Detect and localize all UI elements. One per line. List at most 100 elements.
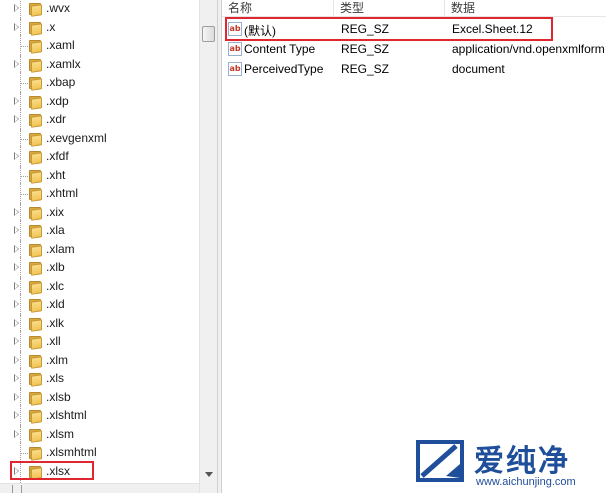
expand-arrow-icon[interactable] <box>14 355 19 364</box>
tree-item[interactable]: .xht <box>0 164 199 187</box>
expand-arrow-icon[interactable] <box>14 429 19 438</box>
expand-arrow-icon[interactable] <box>14 411 19 419</box>
tree-item[interactable]: .xls <box>0 368 199 390</box>
folder-icon <box>28 224 42 239</box>
tree-item[interactable]: .xld <box>0 294 199 316</box>
tree-item[interactable]: .wvx <box>0 0 199 20</box>
folder-icon <box>28 21 42 36</box>
tree-item-label: .xlsx <box>46 463 70 478</box>
tree-item[interactable]: .xlm <box>0 349 199 372</box>
tree-item[interactable]: .xbap <box>0 72 199 94</box>
tree-item[interactable]: .xlb <box>0 257 199 279</box>
tree-item[interactable]: .xlsb <box>0 386 199 409</box>
tree-item-label: .xla <box>46 223 65 237</box>
tree-item[interactable]: .xlsx <box>0 460 199 483</box>
tree-item-label: .xlc <box>46 278 64 293</box>
expand-arrow-icon[interactable] <box>14 96 19 105</box>
folder-icon <box>28 150 42 165</box>
tree-item-label: .xls <box>46 371 64 385</box>
expand-arrow-icon[interactable] <box>14 281 19 290</box>
tree-item-label: .xbap <box>46 75 76 89</box>
tree-item-label: .xht <box>46 167 66 182</box>
tree-item[interactable]: .xamlx <box>0 53 199 76</box>
tree-item-label: .xlshtml <box>46 408 87 422</box>
tree-item-label: .xamlx <box>46 56 81 71</box>
value-name: Content Type <box>244 42 316 56</box>
expand-arrow-icon[interactable] <box>14 300 19 308</box>
tree-item-label: .xlb <box>46 260 65 274</box>
folder-icon <box>28 243 42 258</box>
tree-horizontal-scrollbar[interactable] <box>0 483 199 493</box>
expand-arrow-icon[interactable] <box>14 207 19 216</box>
hscrollbar-grip[interactable] <box>12 485 22 493</box>
expand-arrow-icon[interactable] <box>14 22 19 31</box>
column-data-header[interactable]: 数据 <box>445 0 606 17</box>
expand-arrow-icon[interactable] <box>14 337 19 345</box>
tree-item-label: .xhtml <box>46 186 79 200</box>
tree-item[interactable]: .xll <box>0 331 199 353</box>
tree-item[interactable]: .xfdf <box>0 146 199 168</box>
expand-arrow-icon[interactable] <box>14 318 19 327</box>
registry-key-tree: .wvx .x .xaml .xamlx .xbap .xdp .xdr .xevgenxml… <box>0 0 217 493</box>
tree-item-label: .xaml <box>46 38 75 52</box>
expand-arrow-icon[interactable] <box>14 59 19 68</box>
tree-item-label: .x <box>46 19 56 34</box>
registry-values-list: 名称 类型 数据 ab (默认) REG_SZ Excel.Sheet.12 ab Con… <box>222 0 606 493</box>
folder-icon <box>28 280 42 295</box>
folder-icon <box>28 113 42 128</box>
expand-arrow-icon[interactable] <box>14 374 19 382</box>
folder-icon <box>28 391 42 406</box>
scrollbar-thumb[interactable] <box>202 26 215 42</box>
value-type: REG_SZ <box>341 22 390 36</box>
tree-item[interactable]: .xlam <box>0 238 199 261</box>
tree-item[interactable]: .xhtml <box>0 183 199 205</box>
tree-item[interactable]: .xix <box>0 201 199 224</box>
folder-icon <box>28 76 42 91</box>
expand-arrow-icon[interactable] <box>14 244 19 253</box>
expand-arrow-icon[interactable] <box>14 115 19 123</box>
tree-item[interactable]: .xdp <box>0 90 199 113</box>
tree-item[interactable]: .xlshtml <box>0 405 199 427</box>
tree-item[interactable]: .xlsm <box>0 423 199 446</box>
expand-arrow-icon[interactable] <box>14 152 19 160</box>
expand-arrow-icon[interactable] <box>14 4 19 12</box>
tree-item[interactable]: .xdr <box>0 109 199 131</box>
tree-item[interactable]: .xlsmhtml <box>0 442 199 464</box>
tree-item-label: .xlk <box>46 315 64 330</box>
column-type-header[interactable]: 类型 <box>334 0 445 17</box>
folder-icon <box>28 409 42 424</box>
tree-item[interactable]: .xla <box>0 220 199 242</box>
value-name: (默认) <box>244 24 276 38</box>
tree-vertical-scrollbar[interactable] <box>199 0 217 493</box>
folder-icon <box>28 2 42 17</box>
column-header: 名称 类型 数据 <box>222 0 606 17</box>
watermark: 爱纯净 www.aichunjing.com <box>414 434 606 493</box>
value-data: document <box>452 62 505 76</box>
value-row[interactable]: ab (默认) REG_SZ Excel.Sheet.12 <box>222 19 606 39</box>
value-row[interactable]: ab PerceivedType REG_SZ document <box>222 59 606 79</box>
value-name: PerceivedType <box>244 62 324 76</box>
tree-item[interactable]: .xaml <box>0 35 199 57</box>
expand-arrow-icon[interactable] <box>14 466 19 475</box>
expand-arrow-icon[interactable] <box>14 226 19 234</box>
tree-item[interactable]: .x <box>0 16 199 39</box>
folder-icon <box>28 372 42 387</box>
expand-arrow-icon[interactable] <box>14 392 19 401</box>
folder-icon <box>28 317 42 332</box>
column-name-header[interactable]: 名称 <box>222 0 334 17</box>
scroll-down-arrow-icon[interactable] <box>205 472 213 477</box>
tree-item-label: .xdp <box>46 93 69 108</box>
value-row[interactable]: ab Content Type REG_SZ application/vnd.open… <box>222 39 606 59</box>
folder-icon <box>28 465 42 480</box>
folder-icon <box>28 169 42 184</box>
tree-item-label: .xlsm <box>46 426 74 441</box>
expand-arrow-icon[interactable] <box>14 263 19 271</box>
tree-item[interactable]: .xevgenxml <box>0 127 199 150</box>
tree-item-label: .xld <box>46 297 65 311</box>
tree-item[interactable]: .xlk <box>0 312 199 335</box>
tree-item[interactable]: .xlc <box>0 275 199 298</box>
tree-connector-branch <box>20 83 28 84</box>
folder-icon <box>28 446 42 461</box>
folder-icon <box>28 206 42 221</box>
string-value-icon: ab <box>228 22 242 36</box>
